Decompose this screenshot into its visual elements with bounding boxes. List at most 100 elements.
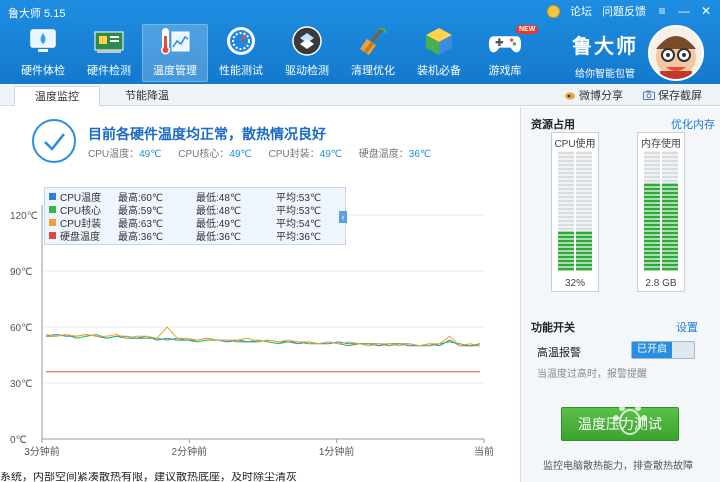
memory-meter-segment bbox=[644, 155, 660, 159]
memory-meter-segment bbox=[662, 151, 678, 155]
memory-meter-segment bbox=[662, 171, 678, 175]
close-button[interactable]: ✕ bbox=[700, 4, 712, 18]
cpu-meter-segment bbox=[558, 191, 574, 195]
menu-button[interactable]: ≡ bbox=[656, 4, 668, 18]
hardware-check-icon bbox=[26, 24, 60, 58]
memory-meter-segment bbox=[662, 167, 678, 171]
weibo-share[interactable]: 微博分享 bbox=[564, 87, 623, 103]
cpu-package-value: 49℃ bbox=[319, 149, 343, 160]
cpu-meter-segment bbox=[576, 187, 592, 191]
tab-energy-saving[interactable]: 节能降温 bbox=[104, 86, 190, 106]
x-tick-label: 3分钟前 bbox=[24, 445, 60, 458]
y-tick-label: 0℃ bbox=[10, 435, 27, 446]
nav-label: 硬件检测 bbox=[87, 65, 131, 77]
toggle-state: 已开启 bbox=[632, 342, 672, 358]
memory-meter-segment bbox=[662, 179, 678, 183]
cpu-meter-segment bbox=[576, 267, 592, 271]
cpu-usage-value: 32% bbox=[564, 278, 585, 289]
cpu-meter-segment bbox=[576, 159, 592, 163]
memory-meter-segment bbox=[662, 255, 678, 259]
cpu-meter-segment bbox=[576, 163, 592, 167]
nav-install[interactable]: 装机必备 bbox=[406, 24, 472, 82]
memory-meter-segment bbox=[644, 207, 660, 211]
feedback-link[interactable]: 问题反馈 bbox=[602, 3, 646, 19]
box-icon bbox=[422, 24, 456, 58]
optimize-memory-link[interactable]: 优化内存 bbox=[671, 116, 715, 132]
temperature-readings: CPU温度：49℃ CPU核心：49℃ CPU封装：49℃ 硬盘温度：36℃ bbox=[88, 145, 445, 160]
memory-meter-segment bbox=[644, 251, 660, 255]
cpu-meter-segment bbox=[558, 247, 574, 251]
cpu-meter-segment bbox=[576, 243, 592, 247]
weibo-icon bbox=[564, 90, 576, 100]
nav-label: 装机必备 bbox=[417, 65, 461, 77]
cpu-meter-segment bbox=[558, 151, 574, 155]
cpu-meter-segment bbox=[576, 223, 592, 227]
memory-meter-segment bbox=[644, 171, 660, 175]
memory-meter-segment bbox=[644, 195, 660, 199]
camera-icon bbox=[643, 90, 655, 100]
high-temp-alarm-row: 高温报警 已开启 bbox=[537, 341, 707, 361]
tabbar-actions: 微博分享 保存截屏 bbox=[564, 87, 702, 103]
cpu-meter-segment bbox=[558, 215, 574, 219]
coin-icon[interactable] bbox=[547, 4, 560, 18]
memory-meter-segment bbox=[662, 163, 678, 167]
series-line-CPU封装 bbox=[45, 326, 481, 347]
memory-meter-segment bbox=[644, 203, 660, 207]
brand-name: 鲁大师 bbox=[572, 36, 638, 58]
memory-meter-segment bbox=[662, 195, 678, 199]
memory-meter-segment bbox=[662, 159, 678, 163]
cpu-temp-value: 49℃ bbox=[139, 149, 162, 160]
avatar[interactable] bbox=[648, 25, 704, 81]
main-nav: 硬件体检 硬件检测 温度管理 性能测试 驱动检测 清理优化 装机必备 NEW 游… bbox=[10, 24, 539, 82]
memory-meter-segment bbox=[644, 163, 660, 167]
memory-usage-bars bbox=[644, 151, 678, 271]
memory-meter-segment bbox=[662, 239, 678, 243]
nav-hardware-check[interactable]: 硬件体检 bbox=[10, 24, 76, 82]
memory-meter-segment bbox=[662, 187, 678, 191]
memory-meter-segment bbox=[644, 215, 660, 219]
tab-temperature-monitor[interactable]: 温度监控 bbox=[14, 86, 100, 106]
legend-name: 硬盘温度 bbox=[60, 232, 100, 243]
y-tick-label: 30℃ bbox=[10, 379, 32, 390]
memory-meter-segment bbox=[662, 199, 678, 203]
cpu-meter-segment bbox=[576, 175, 592, 179]
nav-temperature[interactable]: 温度管理 bbox=[142, 24, 208, 82]
cpu-meter-segment bbox=[558, 211, 574, 215]
memory-meter-segment bbox=[644, 247, 660, 251]
memory-meter-segment bbox=[644, 183, 660, 187]
cpu-meter-segment bbox=[558, 223, 574, 227]
temperature-monitor-panel: 目前各硬件温度均正常，散热情况良好 CPU温度：49℃ CPU核心：49℃ CP… bbox=[0, 107, 520, 482]
cpu-meter-segment bbox=[576, 235, 592, 239]
cpu-meter-segment bbox=[576, 219, 592, 223]
x-tick-label: 当前 bbox=[474, 445, 494, 458]
cpu-meter-segment bbox=[558, 251, 574, 255]
cpu-meter-segment bbox=[576, 211, 592, 215]
brand-block: 鲁大师 给你智能包管 bbox=[565, 30, 645, 80]
nav-hardware-detect[interactable]: 硬件检测 bbox=[76, 24, 142, 82]
high-temp-alarm-toggle[interactable]: 已开启 bbox=[631, 341, 695, 359]
high-temp-alarm-label: 高温报警 bbox=[537, 347, 581, 359]
nav-clean[interactable]: 清理优化 bbox=[340, 24, 406, 82]
nav-driver[interactable]: 驱动检测 bbox=[274, 24, 340, 82]
cpu-usage-bars bbox=[558, 151, 592, 271]
cpu-meter-segment bbox=[576, 263, 592, 267]
cpu-meter-segment bbox=[558, 159, 574, 163]
memory-meter-segment bbox=[644, 187, 660, 191]
memory-meter-segment bbox=[644, 191, 660, 195]
legend-collapse-button[interactable]: ‹ bbox=[339, 211, 347, 223]
forum-link[interactable]: 论坛 bbox=[570, 3, 592, 19]
cpu-meter-segment bbox=[558, 155, 574, 159]
cpu-meter-segment bbox=[576, 179, 592, 183]
nav-performance[interactable]: 性能测试 bbox=[208, 24, 274, 82]
cpu-meter-segment bbox=[558, 267, 574, 271]
cpu-meter-segment bbox=[576, 199, 592, 203]
cpu-meter-segment bbox=[576, 215, 592, 219]
nav-games[interactable]: NEW 游戏库 bbox=[472, 24, 539, 82]
settings-link[interactable]: 设置 bbox=[676, 319, 698, 335]
save-screenshot[interactable]: 保存截屏 bbox=[643, 87, 702, 103]
series-line-CPU核心 bbox=[46, 333, 480, 347]
nav-label: 温度管理 bbox=[153, 65, 197, 77]
series-line-CPU温度 bbox=[45, 333, 481, 347]
minimize-button[interactable]: — bbox=[678, 4, 690, 18]
memory-meter-segment bbox=[662, 155, 678, 159]
